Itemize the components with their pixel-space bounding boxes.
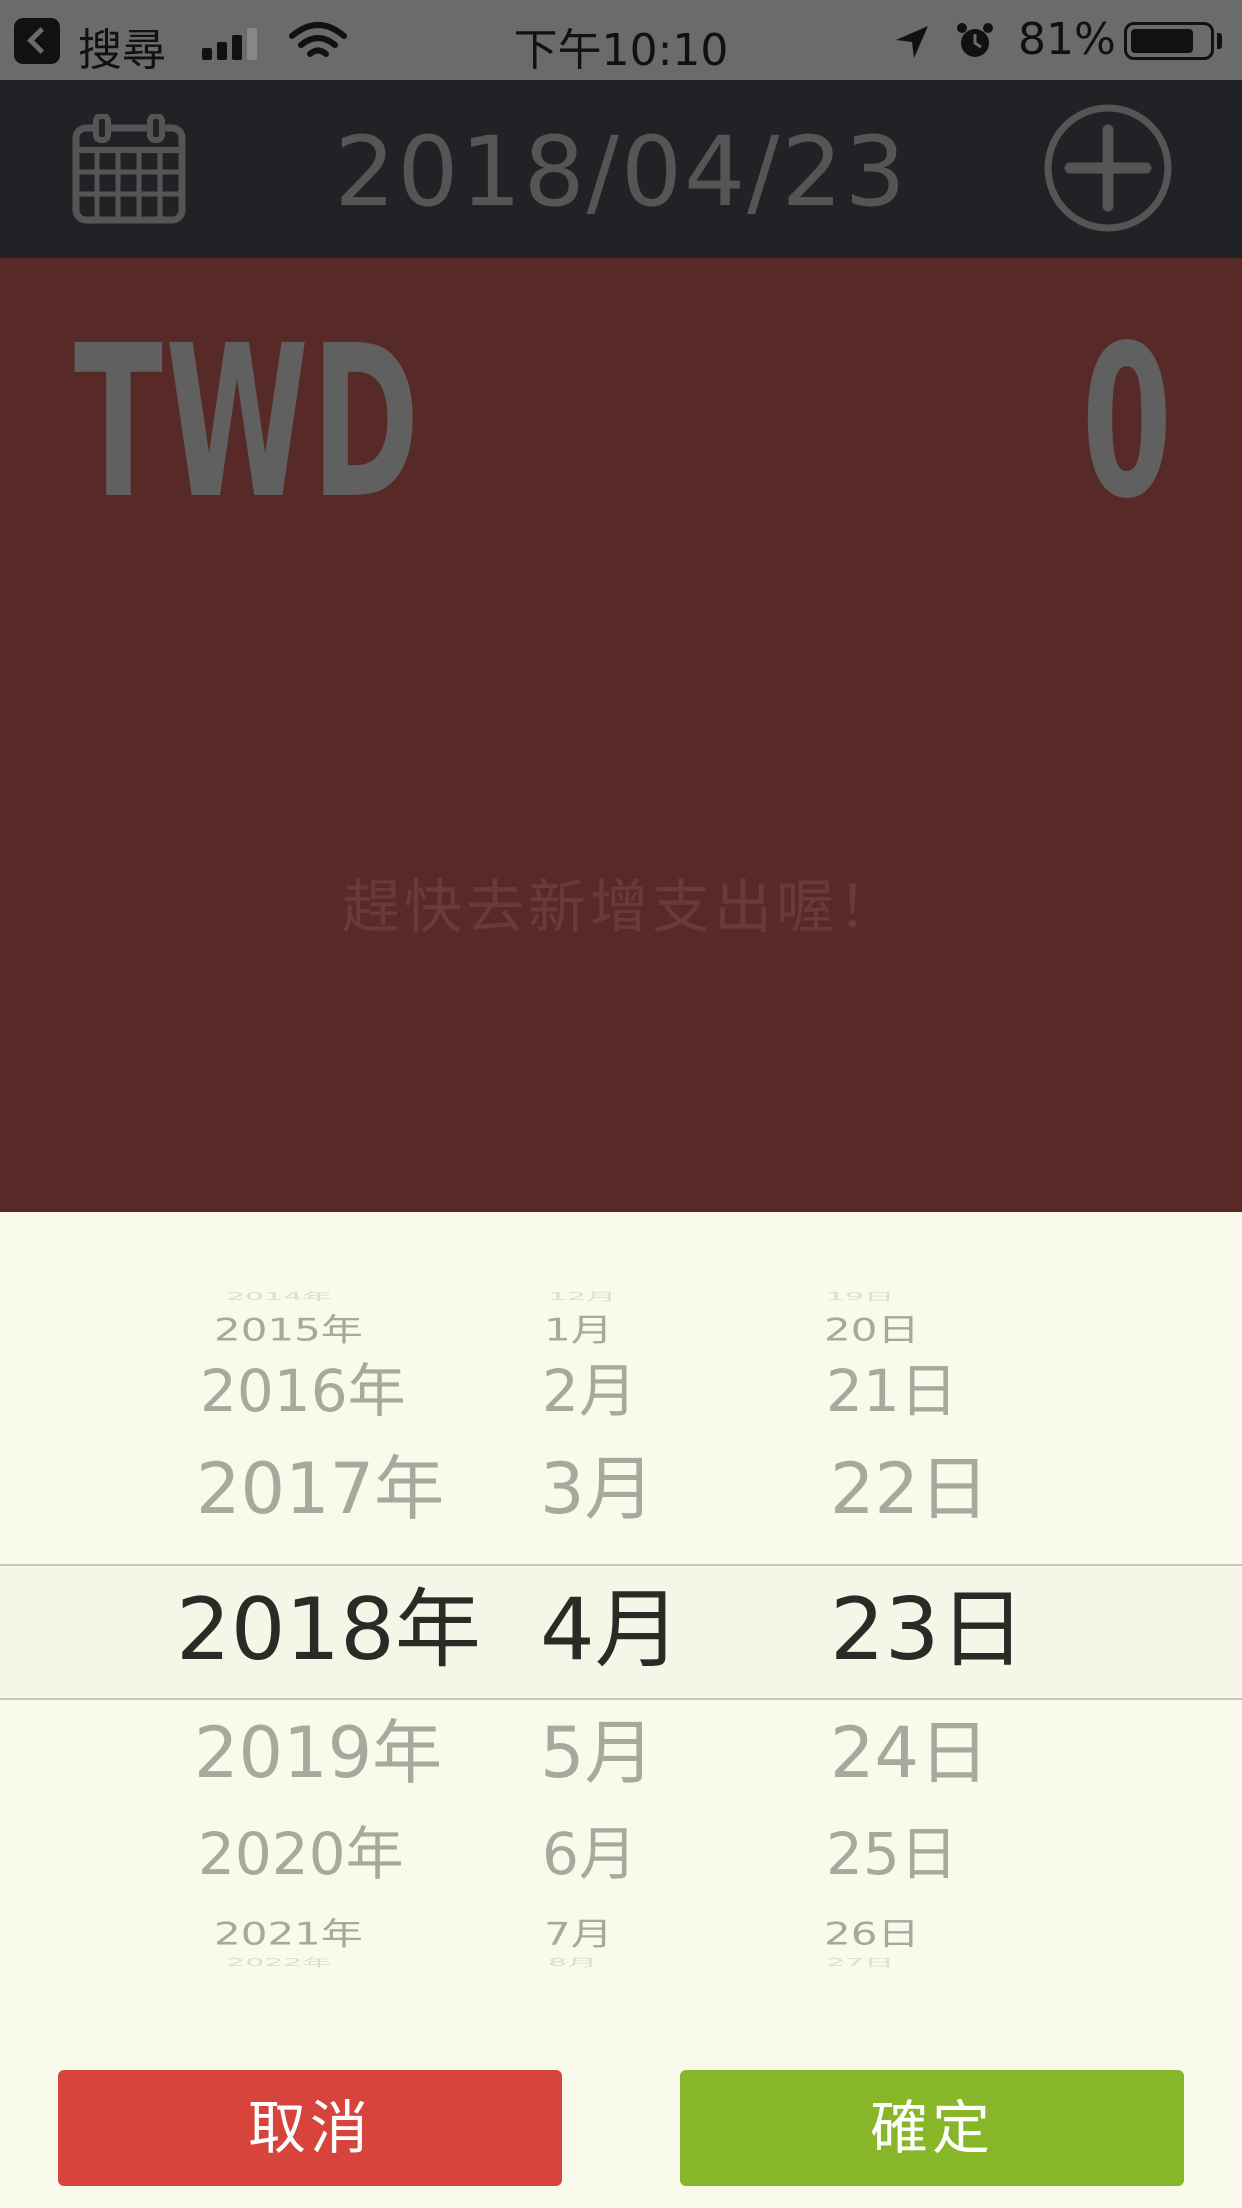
year-option[interactable]: 2019年 xyxy=(194,1718,442,1788)
cancel-button[interactable]: 取消 xyxy=(58,2070,562,2186)
year-option[interactable]: 2020年 xyxy=(198,1825,404,1883)
day-option[interactable]: 22日 xyxy=(830,1454,989,1524)
day-option[interactable]: 27日 xyxy=(826,1958,894,1969)
confirm-button[interactable]: 確定 xyxy=(680,2070,1184,2186)
battery-icon xyxy=(1124,22,1214,60)
month-option[interactable]: 12月 xyxy=(548,1292,616,1303)
year-option[interactable]: 2014年 xyxy=(226,1292,332,1303)
day-option[interactable]: 25日 xyxy=(826,1825,958,1883)
date-picker[interactable]: 2014年 2015年 2016年 2017年 2018年 2019年 2020… xyxy=(0,1212,1242,2012)
app-header: 2018/04/23 xyxy=(0,80,1242,258)
month-option[interactable]: 6月 xyxy=(542,1825,637,1883)
status-bar: 搜尋 下午10:10 81% xyxy=(0,0,1242,80)
day-option[interactable]: 21日 xyxy=(826,1362,958,1420)
year-option[interactable]: 2016年 xyxy=(200,1362,406,1420)
year-option[interactable]: 2015年 xyxy=(214,1314,363,1346)
year-option[interactable]: 2021年 xyxy=(214,1918,363,1950)
month-option[interactable]: 3月 xyxy=(540,1454,655,1524)
day-option[interactable]: 24日 xyxy=(830,1718,989,1788)
battery-cap xyxy=(1217,33,1222,49)
currency-code: TWD xyxy=(74,300,422,545)
total-amount: 0 xyxy=(1081,300,1172,545)
day-option[interactable]: 20日 xyxy=(824,1314,919,1346)
plus-circle-icon[interactable] xyxy=(1042,102,1174,234)
month-option[interactable]: 2月 xyxy=(542,1362,637,1420)
battery-level-fill xyxy=(1131,29,1193,53)
month-option[interactable]: 7月 xyxy=(544,1918,613,1950)
day-option[interactable]: 19日 xyxy=(826,1292,894,1303)
picker-selection-line-bottom xyxy=(0,1698,1242,1700)
month-option[interactable]: 5月 xyxy=(540,1718,655,1788)
year-option[interactable]: 2022年 xyxy=(226,1958,332,1969)
picker-selection-line-top xyxy=(0,1564,1242,1566)
year-option-selected[interactable]: 2018年 xyxy=(176,1587,481,1673)
location-arrow-icon xyxy=(896,26,928,58)
year-option[interactable]: 2017年 xyxy=(196,1454,444,1524)
expense-summary: TWD 0 趕快去新增支出喔！ xyxy=(0,258,1242,1212)
day-option-selected[interactable]: 23日 xyxy=(830,1587,1025,1673)
month-option[interactable]: 8月 xyxy=(548,1958,597,1969)
alarm-icon xyxy=(957,23,993,57)
date-picker-sheet: 2014年 2015年 2016年 2017年 2018年 2019年 2020… xyxy=(0,1212,1242,2208)
month-option-selected[interactable]: 4月 xyxy=(540,1587,681,1673)
battery-percent: 81% xyxy=(1018,14,1116,65)
month-option[interactable]: 1月 xyxy=(544,1314,613,1346)
day-option[interactable]: 26日 xyxy=(824,1918,919,1950)
empty-state-message: 趕快去新增支出喔！ xyxy=(341,873,900,941)
